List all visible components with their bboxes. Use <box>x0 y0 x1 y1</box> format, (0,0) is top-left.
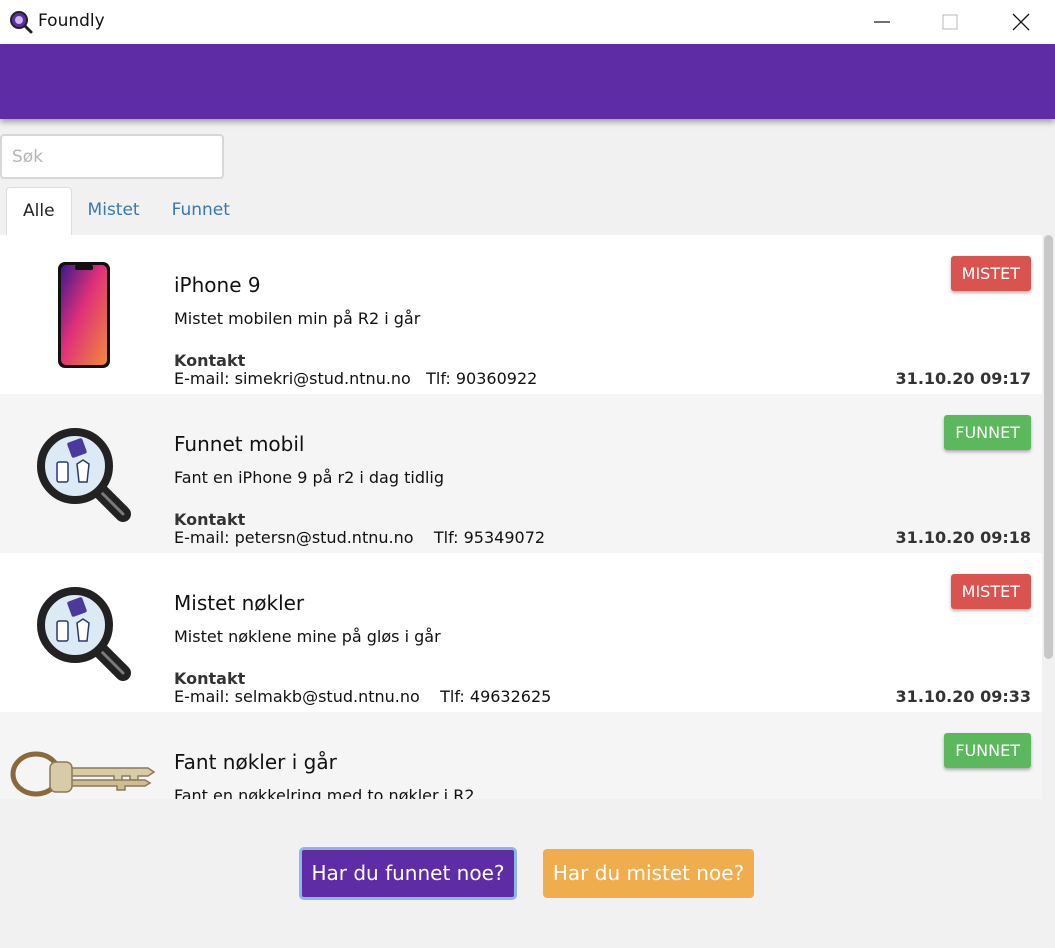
status-badge: FUNNET <box>944 733 1031 768</box>
post-description: Mistet mobilen min på R2 i går <box>174 309 421 328</box>
contact-phone: Tlf: 95349072 <box>433 528 546 547</box>
status-badge: MISTET <box>950 256 1031 291</box>
post-description: Fant en iPhone 9 på r2 i dag tidlig <box>174 468 445 487</box>
post-card[interactable]: Fant nøkler i går Fant en nøkkelring med… <box>0 712 1042 799</box>
found-something-button[interactable]: Har du funnet noe? <box>299 847 517 900</box>
post-card[interactable]: Mistet nøkler Mistet nøklene mine på glø… <box>0 553 1042 712</box>
minimize-icon <box>874 21 890 23</box>
post-timestamp: 31.10.20 09:33 <box>895 687 1031 706</box>
app-header-bar <box>0 44 1055 119</box>
status-badge: MISTET <box>950 574 1031 609</box>
post-card[interactable]: Funnet mobil Fant en iPhone 9 på r2 i da… <box>0 394 1042 553</box>
post-title: Fant nøkler i går <box>174 750 337 774</box>
list-scrollbar[interactable] <box>1044 235 1053 659</box>
contact-label: Kontakt <box>174 510 246 529</box>
post-list: iPhone 9 Mistet mobilen min på R2 i går … <box>0 235 1042 799</box>
title-bar: Foundly <box>0 0 1055 44</box>
contact-email: E-mail: selmakb@stud.ntnu.no <box>174 687 420 706</box>
contact-label: Kontakt <box>174 351 246 370</box>
contact-info: E-mail: selmakb@stud.ntnu.no Tlf: 496326… <box>174 687 551 706</box>
tab-funnet[interactable]: Funnet <box>156 187 246 235</box>
tab-alle[interactable]: Alle <box>6 187 72 235</box>
post-card[interactable]: iPhone 9 Mistet mobilen min på R2 i går … <box>0 235 1042 394</box>
contact-email: E-mail: simekri@stud.ntnu.no <box>174 369 411 388</box>
maximize-button[interactable] <box>916 0 984 44</box>
post-title: Funnet mobil <box>174 432 305 456</box>
search-input[interactable] <box>0 134 224 179</box>
post-timestamp: 31.10.20 09:18 <box>895 528 1031 547</box>
status-badge: FUNNET <box>944 415 1031 450</box>
post-description: Mistet nøklene mine på gløs i går <box>174 627 441 646</box>
close-button[interactable] <box>987 0 1055 44</box>
contact-info: E-mail: simekri@stud.ntnu.no Tlf: 903609… <box>174 369 537 388</box>
contact-phone: Tlf: 90360922 <box>426 369 538 388</box>
magnifier-placeholder-icon <box>37 587 131 681</box>
post-description: Fant en nøkkelring med to nøkler i R2 <box>174 786 475 799</box>
app-title: Foundly <box>38 11 105 31</box>
keys-image <box>10 751 156 797</box>
contact-info: E-mail: petersn@stud.ntnu.no Tlf: 953490… <box>174 528 545 547</box>
lost-something-button[interactable]: Har du mistet noe? <box>543 849 754 898</box>
close-icon <box>1012 13 1030 31</box>
post-title: Mistet nøkler <box>174 591 305 615</box>
tab-mistet[interactable]: Mistet <box>72 187 156 235</box>
maximize-icon <box>942 14 958 30</box>
filter-tabs: Alle Mistet Funnet <box>6 187 246 235</box>
foundly-logo-icon <box>10 11 33 34</box>
minimize-button[interactable] <box>848 0 916 44</box>
contact-email: E-mail: petersn@stud.ntnu.no <box>174 528 414 547</box>
magnifier-placeholder-icon <box>37 428 131 522</box>
contact-label: Kontakt <box>174 669 246 688</box>
post-title: iPhone 9 <box>174 273 261 297</box>
post-timestamp: 31.10.20 09:17 <box>895 369 1031 388</box>
phone-image <box>58 262 110 368</box>
contact-phone: Tlf: 49632625 <box>440 687 552 706</box>
